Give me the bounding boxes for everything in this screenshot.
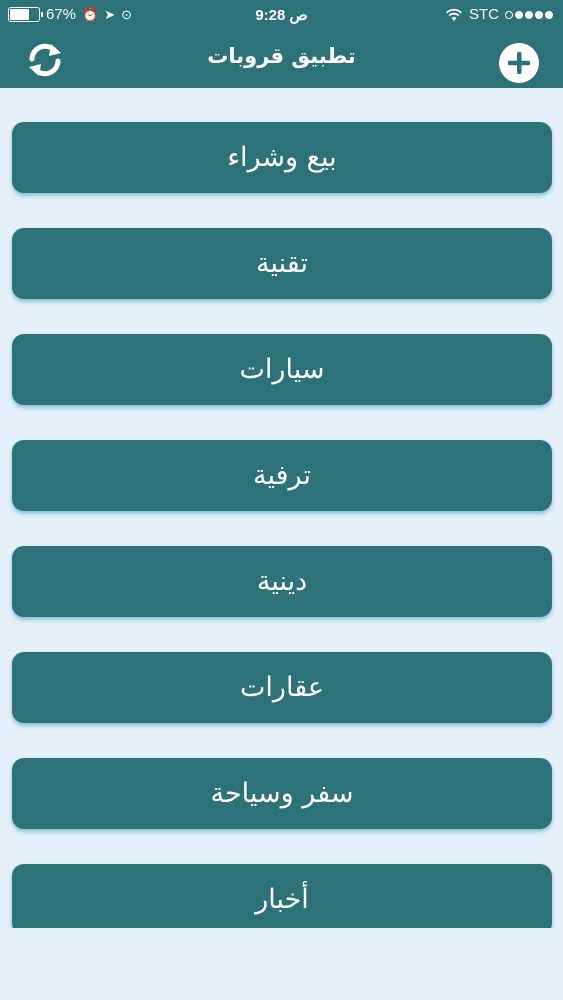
category-button-news[interactable]: أخبار [12, 864, 552, 928]
plus-icon [508, 52, 530, 74]
category-button-entertainment[interactable]: ترفية [12, 440, 552, 511]
category-label: سيارات [239, 354, 325, 385]
category-label: تقنية [256, 248, 308, 279]
add-button[interactable] [499, 43, 539, 83]
category-button-travel[interactable]: سفر وسياحة [12, 758, 552, 829]
status-bar: 67% ⏰ ➤ ⊙ 9:28 ص STC [0, 0, 563, 30]
nav-bar: تطبيق قروبات [0, 30, 563, 88]
category-label: ترفية [253, 460, 311, 491]
signal-dot [525, 10, 533, 19]
category-button-buy-sell[interactable]: بيع وشراء [12, 122, 552, 193]
signal-dot [535, 10, 543, 19]
signal-strength-icon [505, 10, 553, 19]
category-label: سفر وسياحة [210, 778, 354, 809]
signal-dot [545, 10, 553, 19]
carrier-name: STC [469, 6, 499, 23]
signal-dot [505, 10, 513, 19]
category-label: أخبار [255, 884, 309, 915]
category-button-cars[interactable]: سيارات [12, 334, 552, 405]
category-list: بيع وشراء تقنية سيارات ترفية دينية عقارا… [0, 88, 563, 928]
category-button-real-estate[interactable]: عقارات [12, 652, 552, 723]
status-right: STC [445, 6, 553, 23]
category-button-religious[interactable]: دينية [12, 546, 552, 617]
category-button-tech[interactable]: تقنية [12, 228, 552, 299]
category-label: بيع وشراء [227, 142, 337, 173]
category-label: عقارات [240, 672, 324, 703]
wifi-icon [445, 8, 463, 21]
signal-dot [515, 10, 523, 19]
category-label: دينية [256, 566, 308, 597]
page-title: تطبيق قروبات [207, 44, 356, 68]
